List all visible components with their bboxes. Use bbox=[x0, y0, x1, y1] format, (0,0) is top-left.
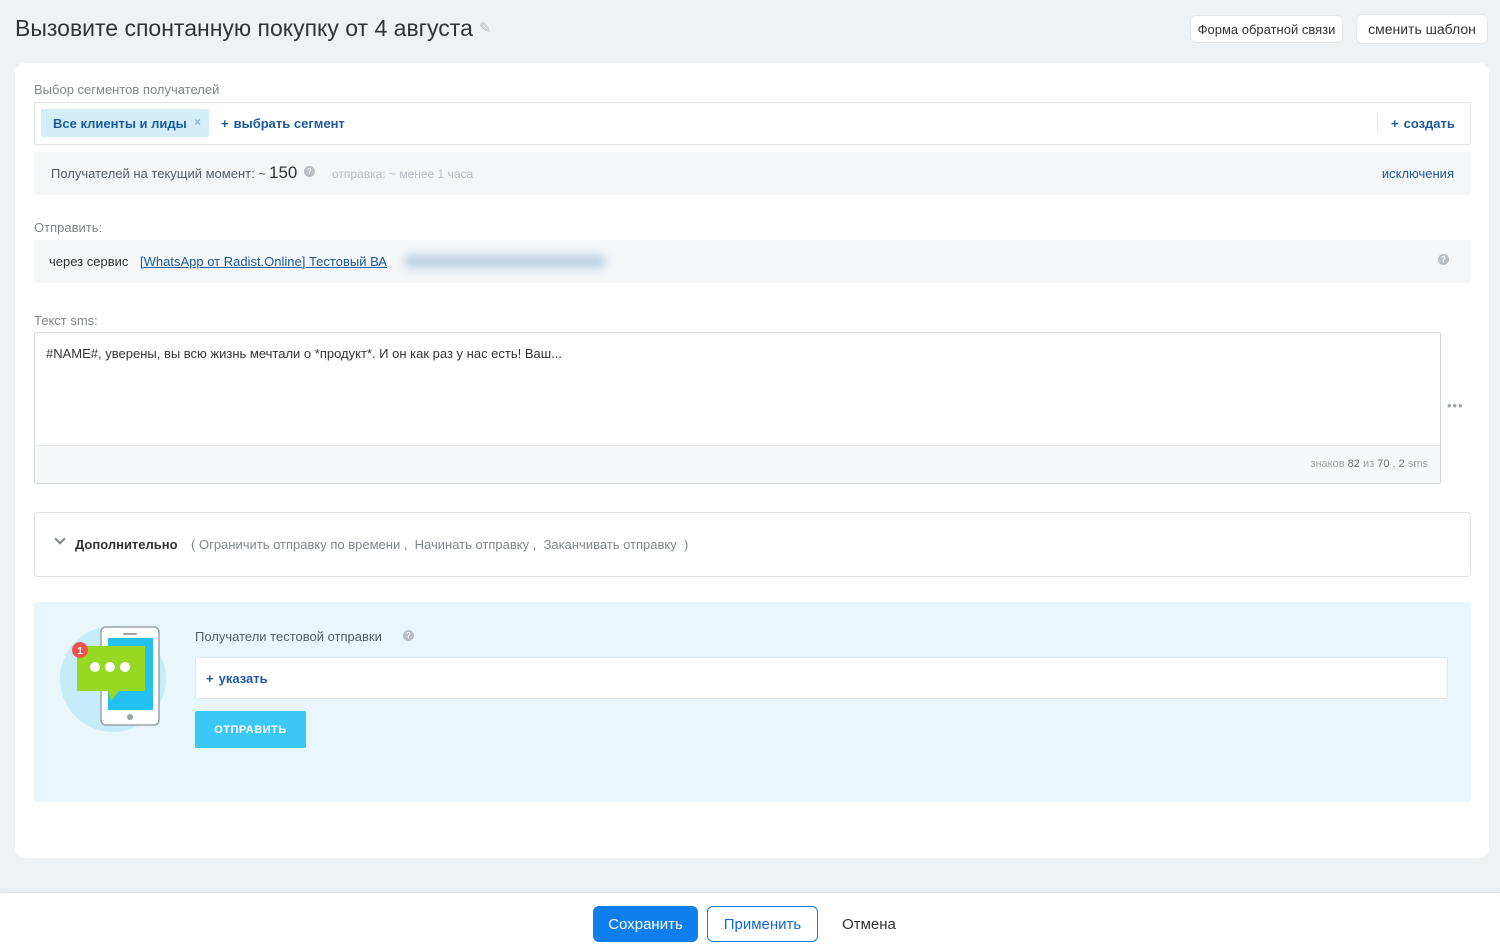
option-start-sending: Начинать отправку bbox=[414, 537, 530, 552]
segment-chip[interactable]: Все клиенты и лиды × bbox=[41, 109, 209, 137]
recipients-label: Получателей на текущий момент: ~ bbox=[51, 166, 266, 181]
plus-icon: + bbox=[1391, 116, 1399, 131]
option-finish-sending: Заканчивать отправку bbox=[543, 537, 677, 552]
sms-footer: знаков 82 из 70 , 2 sms bbox=[35, 445, 1440, 483]
notification-badge: 1 bbox=[77, 646, 83, 657]
plus-icon: + bbox=[221, 116, 229, 131]
sms-counter: знаков 82 из 70 , 2 sms bbox=[1310, 458, 1428, 470]
create-segment-link[interactable]: + создать bbox=[1391, 116, 1455, 131]
sms-count: 2 bbox=[1398, 458, 1405, 470]
close-icon[interactable]: × bbox=[194, 115, 201, 129]
phone-chat-icon: 1 bbox=[60, 626, 166, 732]
more-icon[interactable]: ••• bbox=[1447, 398, 1464, 413]
sms-text-label: Текст sms: bbox=[34, 313, 98, 328]
test-send-panel: 1 Получатели тестовой отправки ? + указат… bbox=[34, 602, 1471, 802]
divider bbox=[1377, 113, 1378, 134]
sms-editor: #NAME#, уверены, вы всю жизнь мечтали о … bbox=[34, 332, 1441, 484]
specify-recipients-link[interactable]: + указать bbox=[206, 671, 268, 686]
segments-label: Выбор сегментов получателей bbox=[34, 82, 220, 97]
open-paren: ( bbox=[191, 537, 196, 552]
add-segment-link[interactable]: + выбрать сегмент bbox=[221, 116, 345, 131]
close-paren: ) bbox=[684, 537, 689, 552]
additional-settings[interactable]: Дополнительно ( Ограничить отправку по в… bbox=[34, 512, 1471, 577]
send-test-button[interactable]: ОТПРАВИТЬ bbox=[195, 711, 306, 748]
sms-textarea[interactable]: #NAME#, уверены, вы всю жизнь мечтали о … bbox=[35, 333, 1440, 445]
counter-prefix: знаков bbox=[1310, 458, 1345, 470]
sms-suffix: sms bbox=[1407, 458, 1428, 470]
change-template-button[interactable]: сменить шаблон bbox=[1356, 14, 1488, 44]
page-header: Вызовите спонтанную покупку от 4 августа… bbox=[0, 0, 1500, 62]
recipients-count: 150 bbox=[269, 163, 298, 182]
pencil-icon[interactable]: ✎ bbox=[479, 19, 492, 37]
page-title: Вызовите спонтанную покупку от 4 августа… bbox=[15, 15, 491, 42]
save-button[interactable]: Сохранить bbox=[593, 906, 698, 942]
main-card: Выбор сегментов получателей Все клиенты … bbox=[15, 63, 1489, 858]
recipients-summary: Получателей на текущий момент: ~ 150 ? о… bbox=[34, 152, 1471, 195]
service-row: через сервис [WhatsApp от Radist.Online]… bbox=[34, 240, 1471, 283]
create-segment-label: создать bbox=[1403, 116, 1455, 131]
help-icon[interactable]: ? bbox=[304, 166, 315, 177]
send-eta: отправка: ~ менее 1 часа bbox=[332, 167, 474, 181]
blurred-sender bbox=[404, 254, 606, 269]
feedback-form-button[interactable]: Форма обратной связи bbox=[1190, 15, 1343, 43]
char-limit: 70 bbox=[1377, 458, 1390, 470]
char-count: 82 bbox=[1347, 458, 1360, 470]
send-label: Отправить: bbox=[34, 220, 103, 235]
help-icon[interactable]: ? bbox=[403, 630, 414, 641]
segment-selector[interactable]: Все клиенты и лиды × + выбрать сегмент + с… bbox=[34, 102, 1471, 145]
test-recipients-input[interactable]: + указать bbox=[195, 657, 1448, 699]
additional-options: ( Ограничить отправку по времени , Начин… bbox=[191, 537, 689, 552]
specify-label: указать bbox=[218, 671, 268, 686]
service-prefix: через сервис bbox=[49, 254, 129, 269]
plus-icon: + bbox=[206, 671, 214, 686]
help-icon[interactable]: ? bbox=[1438, 254, 1449, 265]
add-segment-label: выбрать сегмент bbox=[233, 116, 345, 131]
service-link[interactable]: [WhatsApp от Radist.Online] Тестовый ВА bbox=[140, 254, 387, 269]
counter-of: из bbox=[1362, 458, 1375, 470]
additional-title[interactable]: Дополнительно bbox=[75, 537, 178, 552]
apply-button[interactable]: Применить bbox=[707, 906, 818, 942]
cancel-button[interactable]: Отмена bbox=[830, 906, 908, 942]
test-recipients-label: Получатели тестовой отправки bbox=[195, 629, 382, 644]
option-time-limit: Ограничить отправку по времени bbox=[198, 537, 401, 552]
chevron-down-icon[interactable] bbox=[54, 533, 66, 545]
footer-bar: Сохранить Применить Отмена bbox=[0, 892, 1500, 948]
segment-chip-label: Все клиенты и лиды bbox=[53, 115, 187, 131]
exclusions-link[interactable]: исключения bbox=[1382, 166, 1454, 181]
page-title-text: Вызовите спонтанную покупку от 4 августа bbox=[15, 15, 473, 41]
